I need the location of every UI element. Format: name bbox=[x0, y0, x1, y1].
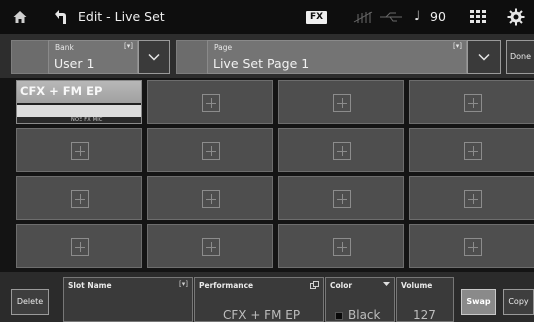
page-strip bbox=[176, 40, 208, 74]
slot-name-field[interactable]: Slot Name [▾] bbox=[63, 277, 193, 322]
fx-badge: FX bbox=[306, 11, 327, 24]
plus-icon bbox=[202, 142, 220, 160]
gear-icon[interactable] bbox=[507, 8, 525, 26]
performance-field[interactable]: Performance CFX + FM EP bbox=[194, 277, 324, 322]
color-value: Black bbox=[348, 308, 381, 322]
slot-14[interactable] bbox=[147, 224, 273, 268]
plus-icon bbox=[202, 94, 220, 112]
plus-icon bbox=[71, 190, 89, 208]
open-window-icon bbox=[310, 281, 319, 289]
page-menu-mark: [▾] bbox=[453, 42, 462, 50]
slot-2[interactable] bbox=[147, 80, 273, 124]
plus-icon bbox=[333, 142, 351, 160]
color-swatch bbox=[335, 312, 343, 320]
swap-button[interactable]: Swap bbox=[461, 289, 496, 315]
plus-icon bbox=[333, 94, 351, 112]
plus-icon bbox=[202, 238, 220, 256]
volume-field[interactable]: Volume 127 bbox=[396, 277, 454, 322]
grid-icon[interactable] bbox=[470, 10, 486, 24]
bank-strip bbox=[11, 40, 49, 74]
dropdown-arrow-icon bbox=[383, 282, 390, 286]
performance-label: Performance bbox=[199, 281, 254, 290]
slot-4[interactable] bbox=[409, 80, 534, 124]
chevron-down-icon bbox=[148, 53, 160, 61]
bank-dropdown-button[interactable] bbox=[138, 40, 170, 74]
done-button[interactable]: Done bbox=[506, 40, 534, 74]
slot-6[interactable] bbox=[147, 128, 273, 172]
bank-menu-mark: [▾] bbox=[124, 42, 133, 50]
slot-10[interactable] bbox=[147, 176, 273, 220]
plus-icon bbox=[464, 238, 482, 256]
slot-9[interactable] bbox=[16, 176, 142, 220]
performance-value: CFX + FM EP bbox=[223, 308, 301, 322]
note-icon: ♩ bbox=[414, 9, 421, 24]
top-bar: Edit - Live Set FX ♩ 90 bbox=[0, 0, 534, 34]
color-label: Color bbox=[330, 281, 353, 290]
volume-label: Volume bbox=[401, 281, 433, 290]
volume-value: 127 bbox=[413, 308, 436, 322]
page-field[interactable]: Page [▾] Live Set Page 1 bbox=[207, 40, 467, 74]
page-dropdown-button[interactable] bbox=[467, 40, 501, 74]
slot-divider bbox=[17, 103, 141, 105]
screen-title: Edit - Live Set bbox=[78, 9, 165, 24]
plus-icon bbox=[202, 190, 220, 208]
slot-1[interactable]: CFX + FM EP NOΞ FX MIC bbox=[16, 80, 142, 124]
delete-button[interactable]: Delete bbox=[11, 289, 49, 315]
slot-15[interactable] bbox=[278, 224, 404, 268]
page-value: Live Set Page 1 bbox=[213, 56, 310, 71]
page-label: Page bbox=[214, 43, 233, 52]
chevron-down-icon bbox=[478, 53, 490, 61]
plus-icon bbox=[464, 190, 482, 208]
slot-11[interactable] bbox=[278, 176, 404, 220]
bank-value: User 1 bbox=[54, 56, 95, 71]
slot-16[interactable] bbox=[409, 224, 534, 268]
back-arrow-icon[interactable] bbox=[52, 9, 68, 25]
usb-icon bbox=[353, 11, 402, 23]
tempo-value[interactable]: 90 bbox=[430, 9, 446, 24]
slot-performance-name: CFX + FM EP bbox=[20, 84, 103, 98]
slot-8[interactable] bbox=[409, 128, 534, 172]
slot-7[interactable] bbox=[278, 128, 404, 172]
slot-tags: NOΞ FX MIC bbox=[17, 117, 141, 123]
slot-5[interactable] bbox=[16, 128, 142, 172]
plus-icon bbox=[333, 238, 351, 256]
home-icon[interactable] bbox=[12, 9, 28, 25]
slot-3[interactable] bbox=[278, 80, 404, 124]
bank-label: Bank bbox=[55, 43, 74, 52]
slot-tags-text: NOΞ FX MIC bbox=[71, 117, 103, 123]
slot-name-menu-mark: [▾] bbox=[179, 280, 188, 288]
color-field[interactable]: Color Black bbox=[325, 277, 395, 322]
slot-12[interactable] bbox=[409, 176, 534, 220]
plus-icon bbox=[71, 238, 89, 256]
copy-button[interactable]: Copy bbox=[503, 289, 534, 315]
bank-field[interactable]: Bank [▾] User 1 bbox=[48, 40, 138, 74]
plus-icon bbox=[71, 142, 89, 160]
slot-name-label: Slot Name bbox=[68, 281, 112, 290]
slot-13[interactable] bbox=[16, 224, 142, 268]
plus-icon bbox=[333, 190, 351, 208]
plus-icon bbox=[464, 94, 482, 112]
plus-icon bbox=[464, 142, 482, 160]
